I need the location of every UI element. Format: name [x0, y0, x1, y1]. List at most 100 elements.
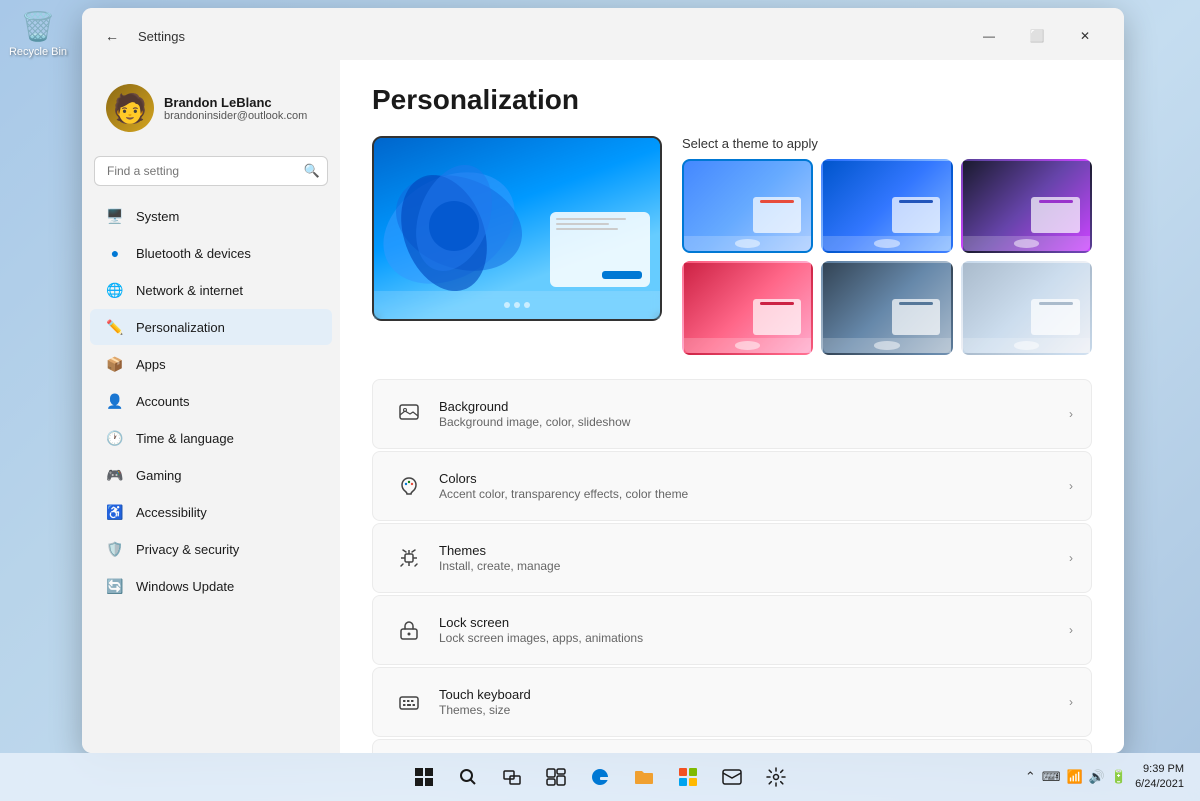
taskbar-taskview-icon[interactable]: [492, 757, 532, 797]
sidebar-item-time[interactable]: 🕐 Time & language: [90, 420, 332, 456]
back-button[interactable]: ←: [98, 22, 126, 50]
wifi-icon[interactable]: 📶: [1067, 769, 1083, 785]
sidebar-item-personalization[interactable]: ✏️ Personalization: [90, 309, 332, 345]
taskbar-sys-icons: ⌃ ⌨ 📶 🔊 🔋: [1025, 769, 1127, 785]
chevron-up-icon[interactable]: ⌃: [1025, 769, 1036, 785]
theme-thumb-4[interactable]: [682, 261, 813, 355]
theme-section: Select a theme to apply: [372, 136, 1092, 355]
theme-thumb-5[interactable]: [821, 261, 952, 355]
theme-thumb-taskbar-1: [684, 236, 811, 250]
sidebar-item-accounts[interactable]: 👤 Accounts: [90, 383, 332, 419]
keyboard-icon[interactable]: ⌨: [1042, 769, 1061, 785]
sidebar-item-bluetooth[interactable]: ● Bluetooth & devices: [90, 235, 332, 271]
lockscreen-icon: [391, 612, 427, 648]
background-icon: [391, 396, 427, 432]
sidebar-item-label-network: Network & internet: [136, 283, 243, 298]
settings-item-lockscreen[interactable]: Lock screen Lock screen images, apps, an…: [372, 595, 1092, 665]
sidebar-item-update[interactable]: 🔄 Windows Update: [90, 568, 332, 604]
search-box: 🔍: [94, 156, 328, 186]
taskbar-right: ⌃ ⌨ 📶 🔊 🔋 9:39 PM 6/24/2021: [1025, 762, 1184, 793]
privacy-icon: 🛡️: [106, 540, 124, 558]
taskbar-settings-icon[interactable]: [756, 757, 796, 797]
theme-thumb-6[interactable]: [961, 261, 1092, 355]
settings-item-background[interactable]: Background Background image, color, slid…: [372, 379, 1092, 449]
taskbar-clock[interactable]: 9:39 PM 6/24/2021: [1135, 762, 1184, 793]
touch-keyboard-title: Touch keyboard: [439, 687, 1069, 702]
wallpaper-preview: [372, 136, 662, 321]
sidebar-item-network[interactable]: 🌐 Network & internet: [90, 272, 332, 308]
title-bar-left: ← Settings: [98, 22, 185, 50]
taskbar-mail-icon[interactable]: [712, 757, 752, 797]
window-controls: — ⬜ ✕: [966, 20, 1108, 52]
taskbar-edge-icon[interactable]: [580, 757, 620, 797]
theme-thumb-window-5: [892, 299, 940, 335]
time-display: 9:39 PM: [1135, 762, 1184, 777]
theme-thumb-taskbar-5: [823, 338, 950, 352]
search-input[interactable]: [94, 156, 328, 186]
preview-inner: [374, 138, 660, 319]
theme-thumb-window-3: [1031, 197, 1079, 233]
close-button[interactable]: ✕: [1062, 20, 1108, 52]
sidebar-item-label-accessibility: Accessibility: [136, 505, 207, 520]
sidebar-item-apps[interactable]: 📦 Apps: [90, 346, 332, 382]
sidebar: 🧑 Brandon LeBlanc brandoninsider@outlook…: [82, 60, 340, 753]
update-icon: 🔄: [106, 577, 124, 595]
preview-window: [550, 212, 650, 287]
taskbar-start-icon[interactable]: [404, 757, 444, 797]
network-icon: 🌐: [106, 281, 124, 299]
bluetooth-icon: ●: [106, 244, 124, 262]
main-content: Personalization: [340, 60, 1124, 753]
themes-chevron: ›: [1069, 551, 1073, 565]
user-info: Brandon LeBlanc brandoninsider@outlook.c…: [164, 95, 307, 122]
accounts-icon: 👤: [106, 392, 124, 410]
settings-item-start[interactable]: Start Recent apps and items, folders ›: [372, 739, 1092, 753]
window-title: Settings: [138, 29, 185, 44]
avatar: 🧑: [106, 84, 154, 132]
themes-icon: [391, 540, 427, 576]
taskbar-explorer-icon[interactable]: [624, 757, 664, 797]
sidebar-item-gaming[interactable]: 🎮 Gaming: [90, 457, 332, 493]
theme-thumb-2[interactable]: [821, 159, 952, 253]
user-email: brandoninsider@outlook.com: [164, 110, 307, 122]
themes-label: Select a theme to apply: [682, 136, 1092, 151]
settings-item-themes[interactable]: Themes Install, create, manage ›: [372, 523, 1092, 593]
background-text: Background Background image, color, slid…: [439, 399, 1069, 429]
user-name: Brandon LeBlanc: [164, 95, 307, 110]
page-title: Personalization: [372, 84, 1092, 116]
background-chevron: ›: [1069, 407, 1073, 421]
gaming-icon: 🎮: [106, 466, 124, 484]
theme-thumb-window-6: [1031, 299, 1079, 335]
battery-icon[interactable]: 🔋: [1111, 769, 1127, 785]
user-profile[interactable]: 🧑 Brandon LeBlanc brandoninsider@outlook…: [90, 72, 332, 144]
settings-item-touch-keyboard[interactable]: Touch keyboard Themes, size ›: [372, 667, 1092, 737]
recycle-bin-label: Recycle Bin: [9, 46, 67, 58]
theme-thumb-1[interactable]: [682, 159, 813, 253]
sidebar-item-label-apps: Apps: [136, 357, 166, 372]
touch-keyboard-icon: [391, 684, 427, 720]
taskbar-search-icon[interactable]: [448, 757, 488, 797]
taskbar-store-icon[interactable]: [668, 757, 708, 797]
taskbar-center: [404, 757, 796, 797]
theme-thumb-taskbar-4: [684, 338, 811, 352]
volume-icon[interactable]: 🔊: [1089, 769, 1105, 785]
taskbar: ⌃ ⌨ 📶 🔊 🔋 9:39 PM 6/24/2021: [0, 753, 1200, 801]
taskbar-widgets-icon[interactable]: [536, 757, 576, 797]
sidebar-item-accessibility[interactable]: ♿ Accessibility: [90, 494, 332, 530]
sidebar-item-system[interactable]: 🖥️ System: [90, 198, 332, 234]
settings-item-colors[interactable]: Colors Accent color, transparency effect…: [372, 451, 1092, 521]
background-title: Background: [439, 399, 1069, 414]
colors-text: Colors Accent color, transparency effect…: [439, 471, 1069, 501]
sidebar-nav: 🖥️ System ● Bluetooth & devices 🌐 Networ…: [82, 198, 340, 604]
themes-text: Themes Install, create, manage: [439, 543, 1069, 573]
sidebar-item-privacy[interactable]: 🛡️ Privacy & security: [90, 531, 332, 567]
theme-thumb-taskbar-2: [823, 236, 950, 250]
sidebar-item-label-personalization: Personalization: [136, 320, 225, 335]
settings-window: ← Settings — ⬜ ✕ 🧑 Brandon LeBlanc: [82, 8, 1124, 753]
theme-thumb-3[interactable]: [961, 159, 1092, 253]
minimize-button[interactable]: —: [966, 20, 1012, 52]
search-icon[interactable]: 🔍: [304, 163, 320, 179]
recycle-bin-icon[interactable]: 🗑️ Recycle Bin: [8, 8, 68, 58]
system-icon: 🖥️: [106, 207, 124, 225]
sidebar-item-label-time: Time & language: [136, 431, 234, 446]
maximize-button[interactable]: ⬜: [1014, 20, 1060, 52]
